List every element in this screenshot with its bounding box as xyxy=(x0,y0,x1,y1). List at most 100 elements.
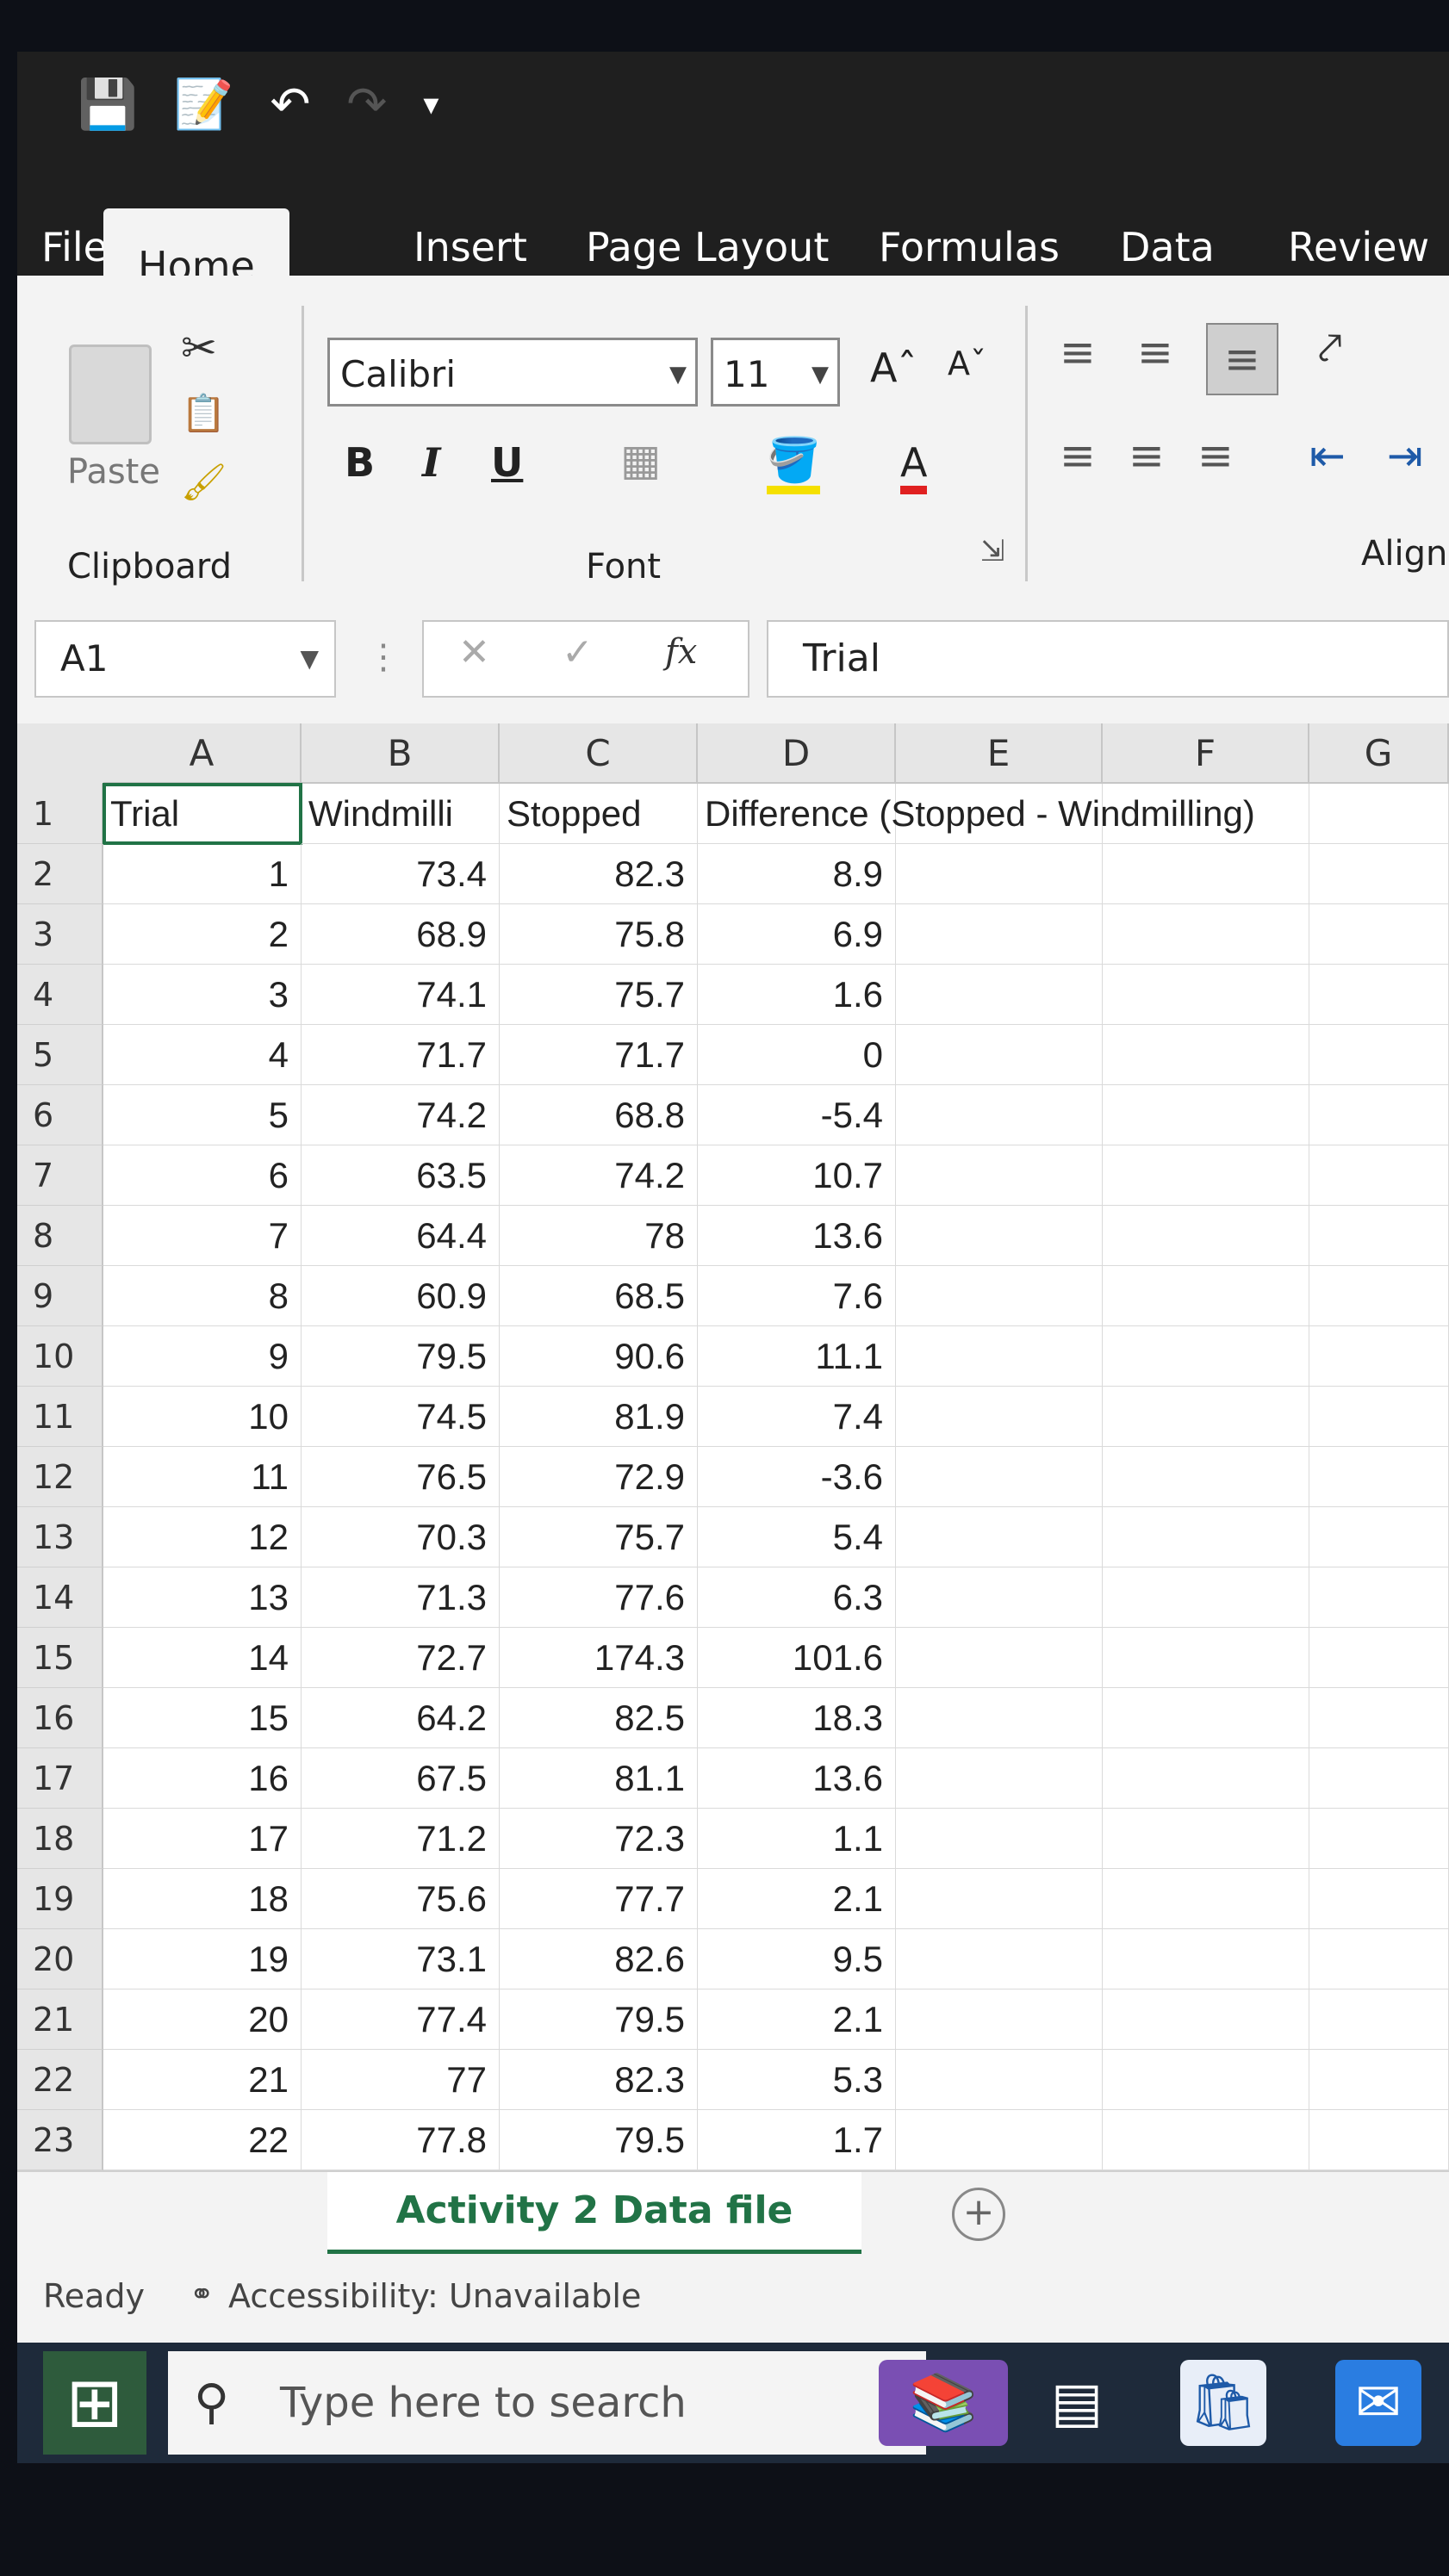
cell[interactable]: 70.3 xyxy=(302,1507,500,1567)
cell[interactable] xyxy=(896,1145,1103,1206)
font-size-select[interactable]: 11 ▼ xyxy=(711,338,840,407)
cell[interactable]: 11 xyxy=(103,1447,302,1507)
row-header[interactable]: 6 xyxy=(17,1085,103,1145)
mail-icon[interactable]: ✉ xyxy=(1335,2360,1421,2446)
cell[interactable]: 2.1 xyxy=(698,1869,896,1929)
dialog-launcher-icon[interactable]: ⇲ xyxy=(980,534,1005,568)
cell[interactable]: 82.3 xyxy=(500,2050,698,2110)
cell[interactable] xyxy=(1309,1507,1449,1567)
row-header[interactable]: 10 xyxy=(17,1326,103,1387)
italic-button[interactable]: I xyxy=(422,439,441,486)
cell[interactable]: 68.5 xyxy=(500,1266,698,1326)
cell[interactable] xyxy=(1309,1748,1449,1809)
cell[interactable] xyxy=(1103,1809,1309,1869)
row-header[interactable]: 16 xyxy=(17,1688,103,1748)
cell[interactable] xyxy=(1103,2110,1309,2170)
tab-page-layout[interactable]: Page Layout xyxy=(586,224,829,270)
cell[interactable]: 68.9 xyxy=(302,904,500,965)
cell[interactable]: 72.7 xyxy=(302,1628,500,1688)
cell[interactable] xyxy=(1103,904,1309,965)
cell[interactable]: 75.7 xyxy=(500,1507,698,1567)
add-sheet-icon[interactable]: + xyxy=(952,2188,1005,2241)
row-header[interactable]: 22 xyxy=(17,2050,103,2110)
row-header[interactable]: 3 xyxy=(17,904,103,965)
increase-indent-icon[interactable]: ⇥ xyxy=(1387,431,1423,481)
cell[interactable] xyxy=(1103,1206,1309,1266)
cell[interactable] xyxy=(1309,1025,1449,1085)
cell[interactable]: -5.4 xyxy=(698,1085,896,1145)
cell[interactable]: 9 xyxy=(103,1326,302,1387)
row-header[interactable]: 7 xyxy=(17,1145,103,1206)
cell[interactable] xyxy=(896,965,1103,1025)
bold-button[interactable]: B xyxy=(345,439,375,486)
row-header[interactable]: 20 xyxy=(17,1929,103,1989)
undo-icon[interactable]: ↶ xyxy=(270,77,310,133)
cell[interactable]: 60.9 xyxy=(302,1266,500,1326)
cell[interactable]: 8 xyxy=(103,1266,302,1326)
tab-data[interactable]: Data xyxy=(1120,224,1215,270)
cell[interactable]: 73.1 xyxy=(302,1929,500,1989)
cell[interactable]: 6.9 xyxy=(698,904,896,965)
status-accessibility[interactable]: Accessibility: Unavailable xyxy=(228,2277,641,2315)
cell[interactable]: 78 xyxy=(500,1206,698,1266)
cell[interactable]: 76.5 xyxy=(302,1447,500,1507)
cell[interactable]: 77 xyxy=(302,2050,500,2110)
cut-icon[interactable]: ✂ xyxy=(181,323,217,373)
format-painter-icon[interactable]: 🖌 xyxy=(181,461,227,504)
column-header-b[interactable]: B xyxy=(302,723,500,784)
cell[interactable]: 79.5 xyxy=(500,2110,698,2170)
cell[interactable] xyxy=(1103,1447,1309,1507)
cell[interactable]: 75.6 xyxy=(302,1869,500,1929)
cell[interactable]: 77.6 xyxy=(500,1567,698,1628)
store-icon[interactable]: 🛍 xyxy=(1180,2360,1266,2446)
cell[interactable] xyxy=(1103,965,1309,1025)
cell[interactable] xyxy=(896,1025,1103,1085)
align-left-icon[interactable]: ≡ xyxy=(1060,431,1096,481)
cell[interactable] xyxy=(1103,1387,1309,1447)
cell[interactable] xyxy=(1309,1206,1449,1266)
cell[interactable] xyxy=(896,1266,1103,1326)
cell[interactable] xyxy=(1309,1989,1449,2050)
cell[interactable]: Trial xyxy=(103,783,302,845)
cell[interactable]: 19 xyxy=(103,1929,302,1989)
cell[interactable] xyxy=(1103,1628,1309,1688)
cell[interactable]: 1.7 xyxy=(698,2110,896,2170)
cell[interactable]: 64.2 xyxy=(302,1688,500,1748)
cell[interactable]: 72.3 xyxy=(500,1809,698,1869)
cell[interactable] xyxy=(1309,2050,1449,2110)
cell[interactable]: 75.7 xyxy=(500,965,698,1025)
cell[interactable] xyxy=(896,1989,1103,2050)
cell[interactable]: 7.4 xyxy=(698,1387,896,1447)
shrink-font-button[interactable]: Aˇ xyxy=(948,345,986,382)
row-header[interactable]: 21 xyxy=(17,1989,103,2050)
cell[interactable]: 90.6 xyxy=(500,1326,698,1387)
cell[interactable]: 74.2 xyxy=(302,1085,500,1145)
cell[interactable] xyxy=(1103,1025,1309,1085)
cell[interactable] xyxy=(896,1206,1103,1266)
windows-start-icon[interactable]: ⊞ xyxy=(43,2351,146,2455)
cell[interactable]: 67.5 xyxy=(302,1748,500,1809)
row-header[interactable]: 13 xyxy=(17,1507,103,1567)
cell[interactable]: 5 xyxy=(103,1085,302,1145)
taskbar-search-input[interactable]: ⚲ Type here to search xyxy=(168,2351,926,2455)
row-header[interactable]: 11 xyxy=(17,1387,103,1447)
cell[interactable]: 82.6 xyxy=(500,1929,698,1989)
cell[interactable]: 71.3 xyxy=(302,1567,500,1628)
cell[interactable] xyxy=(896,1387,1103,1447)
cell[interactable] xyxy=(896,1085,1103,1145)
row-header[interactable]: 19 xyxy=(17,1869,103,1929)
cell[interactable] xyxy=(896,1326,1103,1387)
cell[interactable] xyxy=(896,1869,1103,1929)
cell[interactable] xyxy=(1309,1085,1449,1145)
cell[interactable]: 174.3 xyxy=(500,1628,698,1688)
cell[interactable]: 7.6 xyxy=(698,1266,896,1326)
cell[interactable] xyxy=(1309,1929,1449,1989)
row-header[interactable]: 17 xyxy=(17,1748,103,1809)
cell[interactable]: 0 xyxy=(698,1025,896,1085)
cell[interactable]: 13.6 xyxy=(698,1206,896,1266)
cell[interactable]: 79.5 xyxy=(500,1989,698,2050)
row-header[interactable]: 23 xyxy=(17,2110,103,2170)
font-color-button[interactable]: A xyxy=(900,439,928,494)
fill-color-icon[interactable]: 🪣 xyxy=(767,435,821,494)
cell[interactable]: 74.5 xyxy=(302,1387,500,1447)
